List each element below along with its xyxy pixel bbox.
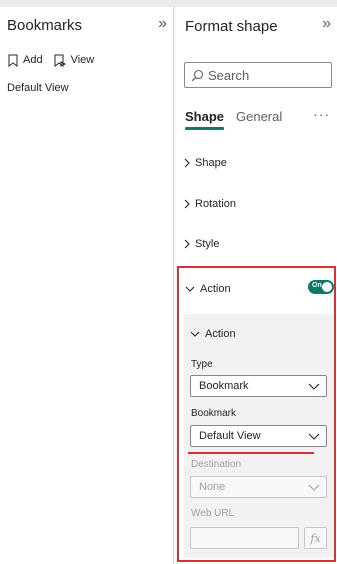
bookmarks-title: Bookmarks bbox=[7, 17, 83, 34]
chevron-down-icon bbox=[308, 433, 320, 440]
action-card-header[interactable]: Action bbox=[190, 328, 236, 340]
action-toggle[interactable]: On bbox=[308, 280, 334, 294]
bookmarks-pane: Bookmarks » Add View Default View bbox=[0, 7, 174, 564]
type-dropdown-value: Bookmark bbox=[199, 380, 249, 392]
top-strip bbox=[0, 0, 337, 7]
tab-shape[interactable]: Shape bbox=[185, 109, 225, 130]
chevron-down-icon bbox=[308, 484, 320, 491]
action-card-title: Action bbox=[205, 328, 236, 340]
destination-dropdown-value: None bbox=[199, 481, 226, 493]
bookmark-label: Bookmark bbox=[191, 408, 237, 419]
section-action-label: Action bbox=[200, 283, 231, 295]
chevron-down-icon bbox=[185, 286, 195, 292]
action-section: Action On Action Type Bookmark Bookmark … bbox=[177, 266, 336, 562]
view-bookmark-label: View bbox=[70, 54, 95, 66]
format-shape-collapse-button[interactable]: » bbox=[322, 15, 331, 33]
toggle-knob bbox=[322, 282, 332, 292]
tab-general[interactable]: General bbox=[236, 109, 282, 124]
fx-button[interactable]: fx bbox=[304, 527, 327, 549]
section-rotation-label: Rotation bbox=[195, 198, 236, 210]
destination-dropdown[interactable]: None bbox=[190, 476, 327, 498]
section-shape-label: Shape bbox=[195, 157, 227, 169]
web-url-label: Web URL bbox=[191, 508, 235, 519]
action-card: Action Type Bookmark Bookmark Default Vi… bbox=[184, 314, 334, 558]
destination-label: Destination bbox=[191, 459, 242, 470]
bookmarks-collapse-button[interactable]: » bbox=[158, 15, 167, 33]
bookmark-highlight-underline bbox=[188, 452, 314, 454]
chevron-right-icon bbox=[184, 199, 190, 209]
bookmarks-toolbar: Add View bbox=[7, 52, 104, 68]
add-bookmark-button[interactable]: Add bbox=[7, 54, 43, 67]
bookmark-dropdown-value: Default View bbox=[199, 430, 261, 442]
web-url-input[interactable] bbox=[190, 527, 299, 549]
search-input[interactable] bbox=[208, 67, 318, 83]
fx-icon: fx bbox=[310, 531, 321, 545]
bookmark-view-icon bbox=[54, 54, 66, 67]
search-box[interactable] bbox=[184, 62, 332, 88]
section-style[interactable]: Style bbox=[184, 233, 332, 255]
bookmark-item-default-view[interactable]: Default View bbox=[7, 82, 69, 94]
view-bookmark-button[interactable]: View bbox=[53, 54, 95, 67]
format-shape-title: Format shape bbox=[185, 18, 278, 35]
chevron-right-icon bbox=[184, 239, 190, 249]
bookmark-dropdown[interactable]: Default View bbox=[190, 425, 327, 447]
chevron-down-icon bbox=[308, 383, 320, 390]
add-bookmark-label: Add bbox=[23, 54, 43, 66]
toggle-on-label: On bbox=[312, 282, 322, 289]
section-shape[interactable]: Shape bbox=[184, 152, 332, 174]
section-style-label: Style bbox=[195, 238, 220, 250]
type-dropdown[interactable]: Bookmark bbox=[190, 375, 327, 397]
format-tabs: Shape General ··· bbox=[185, 106, 331, 130]
chevron-down-icon bbox=[190, 331, 200, 337]
type-label: Type bbox=[191, 359, 213, 370]
bookmark-add-icon bbox=[8, 54, 18, 67]
more-options-button[interactable]: ··· bbox=[313, 106, 330, 122]
section-rotation[interactable]: Rotation bbox=[184, 193, 332, 215]
bookmarks-header: Bookmarks » bbox=[7, 15, 169, 39]
search-icon bbox=[191, 69, 204, 81]
chevron-right-icon bbox=[184, 158, 190, 168]
